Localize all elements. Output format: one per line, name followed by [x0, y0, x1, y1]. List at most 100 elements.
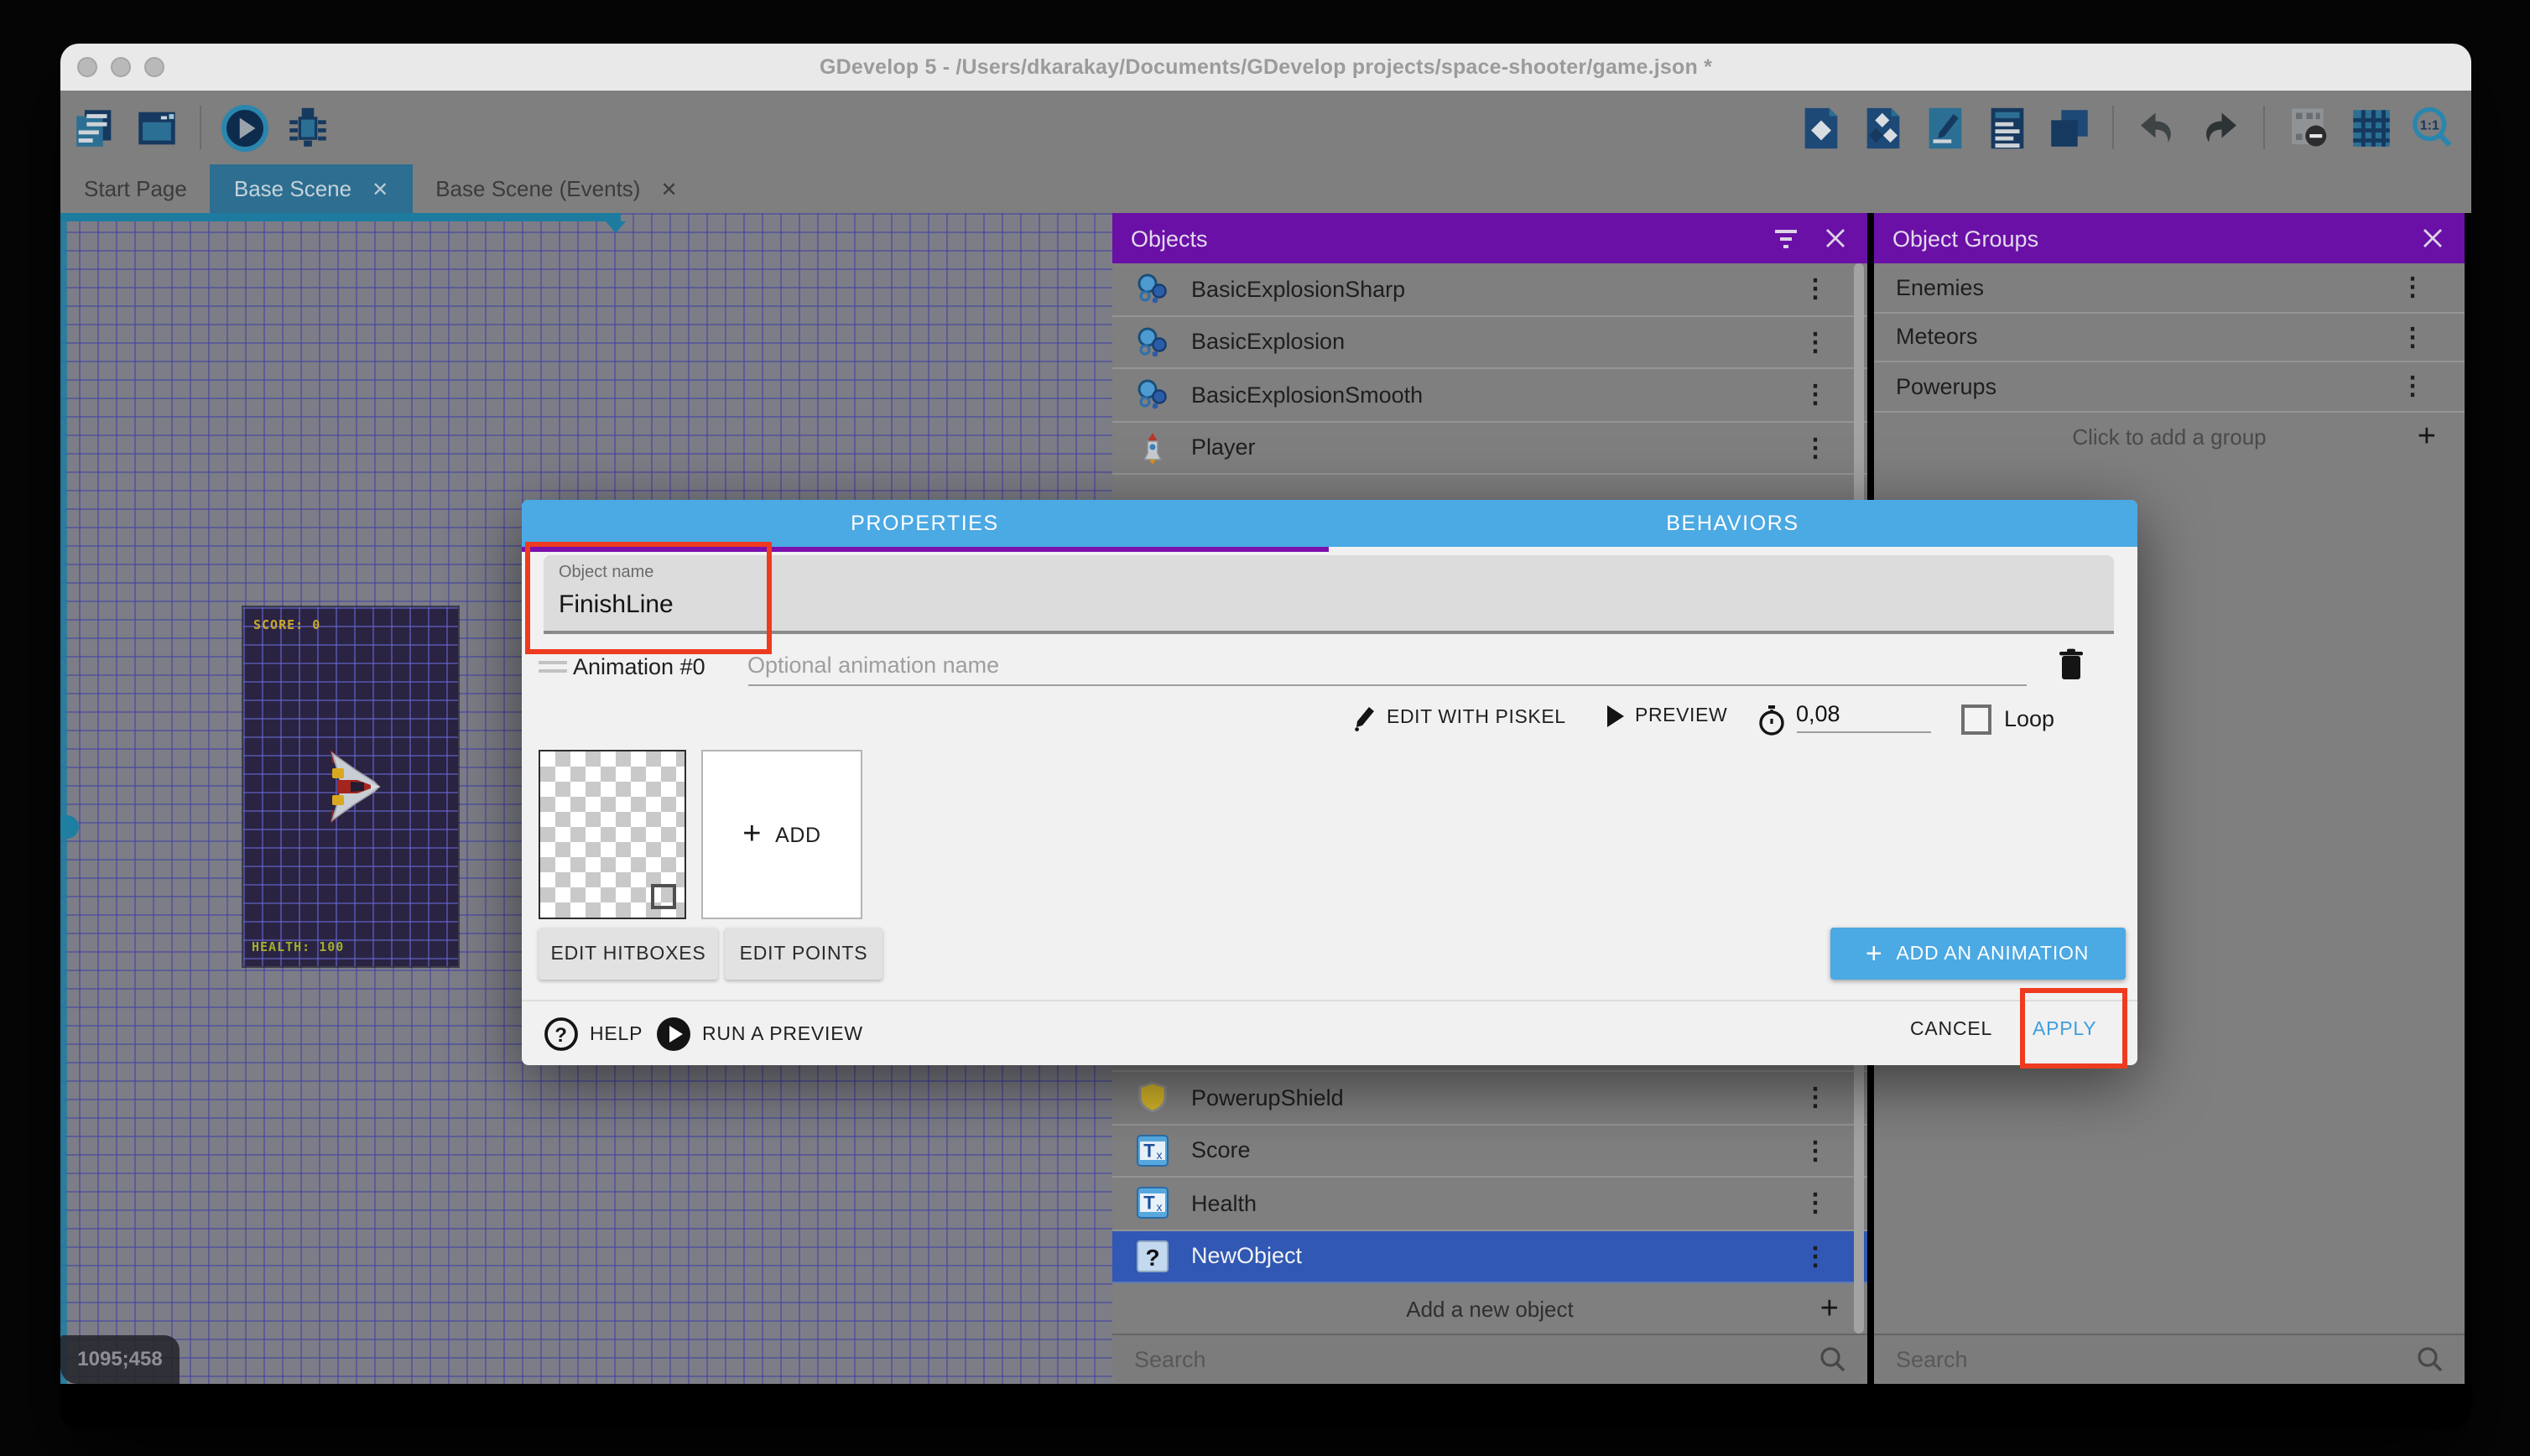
- group-row[interactable]: Enemies ⋮: [1874, 263, 2465, 313]
- animation-label: Animation #0: [573, 654, 705, 679]
- canvas-vertical-scrollbar[interactable]: [60, 213, 67, 1384]
- edit-with-piskel-button[interactable]: EDIT WITH PISKEL: [1351, 705, 1566, 731]
- pencil-icon: [1351, 705, 1377, 731]
- drag-handle-icon[interactable]: [538, 661, 566, 678]
- svg-text:T: T: [1143, 1193, 1155, 1214]
- close-tab-icon[interactable]: ✕: [372, 177, 388, 200]
- edit-hitboxes-button[interactable]: EDIT HITBOXES: [539, 928, 718, 980]
- tab-behaviors[interactable]: BEHAVIORS: [1329, 500, 2137, 547]
- tab-base-scene-events[interactable]: Base Scene (Events) ✕: [412, 164, 700, 213]
- loop-label: Loop: [2004, 706, 2054, 731]
- add-object-group-icon[interactable]: [1857, 102, 1908, 153]
- canvas-hscroll-handle[interactable]: [606, 221, 626, 232]
- project-manager-icon[interactable]: [69, 102, 119, 153]
- canvas-vscroll-handle[interactable]: [60, 815, 79, 839]
- canvas-horizontal-scrollbar[interactable]: [60, 213, 621, 221]
- object-menu-icon[interactable]: ⋮: [1800, 274, 1830, 304]
- object-menu-icon[interactable]: ⋮: [1800, 433, 1830, 463]
- object-menu-icon[interactable]: ⋮: [1800, 1083, 1830, 1113]
- play-preview-icon[interactable]: [220, 102, 270, 153]
- close-panel-icon[interactable]: [2414, 220, 2451, 257]
- preview-button[interactable]: PREVIEW: [1605, 705, 1727, 728]
- svg-text:?: ?: [554, 1024, 566, 1047]
- object-row[interactable]: Player ⋮: [1112, 422, 1867, 475]
- player-ship-sprite[interactable]: [322, 748, 383, 825]
- gdevelop-window: GDevelop 5 - /Users/dkarakay/Documents/G…: [60, 44, 2471, 1429]
- play-icon: [1605, 705, 1625, 728]
- group-menu-icon[interactable]: ⋮: [2397, 322, 2428, 352]
- plus-icon: +: [1820, 1291, 1839, 1328]
- toolbar-separator: [200, 106, 201, 149]
- animation-frame-thumbnail[interactable]: [539, 750, 686, 919]
- debug-icon[interactable]: [282, 102, 332, 153]
- object-menu-icon[interactable]: ⋮: [1800, 327, 1830, 357]
- grid-icon[interactable]: [2345, 102, 2396, 153]
- edit-points-button[interactable]: EDIT POINTS: [725, 928, 882, 980]
- groups-search-placeholder: Search: [1896, 1347, 2416, 1372]
- explosion-icon: [1136, 273, 1169, 306]
- search-icon: [1819, 1345, 1847, 1374]
- groups-search-field[interactable]: Search: [1874, 1333, 2465, 1384]
- filter-icon[interactable]: [1767, 220, 1804, 257]
- delete-animation-icon[interactable]: [2056, 647, 2085, 681]
- zoom-1-1-icon[interactable]: 1:1: [2408, 102, 2458, 153]
- object-row[interactable]: BasicExplosionSharp ⋮: [1112, 263, 1867, 316]
- object-name-field[interactable]: Object name FinishLine: [544, 555, 2114, 634]
- object-row[interactable]: BasicExplosionSmooth ⋮: [1112, 369, 1867, 422]
- object-menu-icon[interactable]: ⋮: [1800, 1241, 1830, 1271]
- game-area-preview[interactable]: SCORE: 0 HEALTH: 100: [243, 607, 458, 966]
- add-group-row[interactable]: Click to add a group +: [1874, 412, 2465, 462]
- animation-name-input[interactable]: Optional animation name: [747, 647, 2026, 686]
- window-title: GDevelop 5 - /Users/dkarakay/Documents/G…: [60, 44, 2471, 91]
- object-menu-icon[interactable]: ⋮: [1800, 380, 1830, 410]
- time-between-frames-input[interactable]: 0,08: [1796, 701, 1930, 733]
- help-button[interactable]: ? HELP: [543, 1017, 643, 1052]
- close-tab-icon[interactable]: ✕: [660, 177, 677, 200]
- group-menu-icon[interactable]: ⋮: [2397, 273, 2428, 303]
- time-between-frames: [1756, 705, 1786, 736]
- group-row[interactable]: Meteors ⋮: [1874, 313, 2465, 362]
- dialog-footer: ? HELP RUN A PREVIEW CANCEL APPLY: [521, 1001, 2137, 1065]
- loop-checkbox[interactable]: [1960, 705, 1991, 735]
- run-a-preview-button[interactable]: RUN A PREVIEW: [655, 1017, 863, 1052]
- close-panel-icon[interactable]: [1817, 220, 1854, 257]
- mask-instances-icon[interactable]: [2283, 102, 2334, 153]
- undo-icon[interactable]: [2132, 102, 2183, 153]
- svg-text:?: ?: [1145, 1244, 1159, 1270]
- object-menu-icon[interactable]: ⋮: [1800, 1188, 1830, 1219]
- add-object-row[interactable]: Add a new object +: [1112, 1283, 1867, 1335]
- group-row[interactable]: Powerups ⋮: [1874, 362, 2465, 412]
- plus-icon: +: [742, 819, 762, 850]
- object-row[interactable]: PowerupShield ⋮: [1112, 1072, 1867, 1125]
- tab-properties[interactable]: PROPERTIES: [521, 500, 1329, 547]
- explosion-icon: [1136, 325, 1169, 359]
- svg-text:x: x: [1157, 1201, 1163, 1214]
- toolbar-separator: [2263, 106, 2265, 149]
- scene-window-icon[interactable]: [131, 102, 181, 153]
- shield-icon: [1136, 1081, 1169, 1115]
- object-row[interactable]: Tx Health ⋮: [1112, 1178, 1867, 1230]
- search-icon: [2416, 1345, 2444, 1374]
- object-row[interactable]: BasicExplosion ⋮: [1112, 316, 1867, 369]
- dialog-tabs: PROPERTIES BEHAVIORS: [521, 500, 2137, 547]
- svg-text:x: x: [1157, 1148, 1163, 1162]
- instances-list-icon[interactable]: [1981, 102, 2032, 153]
- objects-search-field[interactable]: Search: [1112, 1333, 1867, 1384]
- object-menu-icon[interactable]: ⋮: [1800, 1136, 1830, 1166]
- player-icon: [1136, 431, 1169, 465]
- edit-properties-icon[interactable]: [1919, 102, 1970, 153]
- add-object-icon[interactable]: [1795, 102, 1845, 153]
- object-row-selected[interactable]: ? NewObject ⋮: [1112, 1230, 1867, 1283]
- add-animation-button[interactable]: + ADD AN ANIMATION: [1830, 928, 2125, 980]
- editor-tabs: Start Page Base Scene ✕ Base Scene (Even…: [60, 164, 2471, 213]
- redo-icon[interactable]: [2194, 102, 2245, 153]
- tab-base-scene[interactable]: Base Scene ✕: [211, 164, 412, 213]
- objects-search-placeholder: Search: [1134, 1347, 1819, 1372]
- group-menu-icon[interactable]: ⋮: [2397, 372, 2428, 402]
- add-frame-button[interactable]: + ADD: [701, 750, 862, 919]
- object-row[interactable]: Tx Score ⋮: [1112, 1125, 1867, 1178]
- plus-icon: +: [1866, 939, 1883, 968]
- layers-icon[interactable]: [2043, 102, 2094, 153]
- cancel-button[interactable]: CANCEL: [1910, 1020, 1992, 1040]
- tab-start-page[interactable]: Start Page: [60, 164, 211, 213]
